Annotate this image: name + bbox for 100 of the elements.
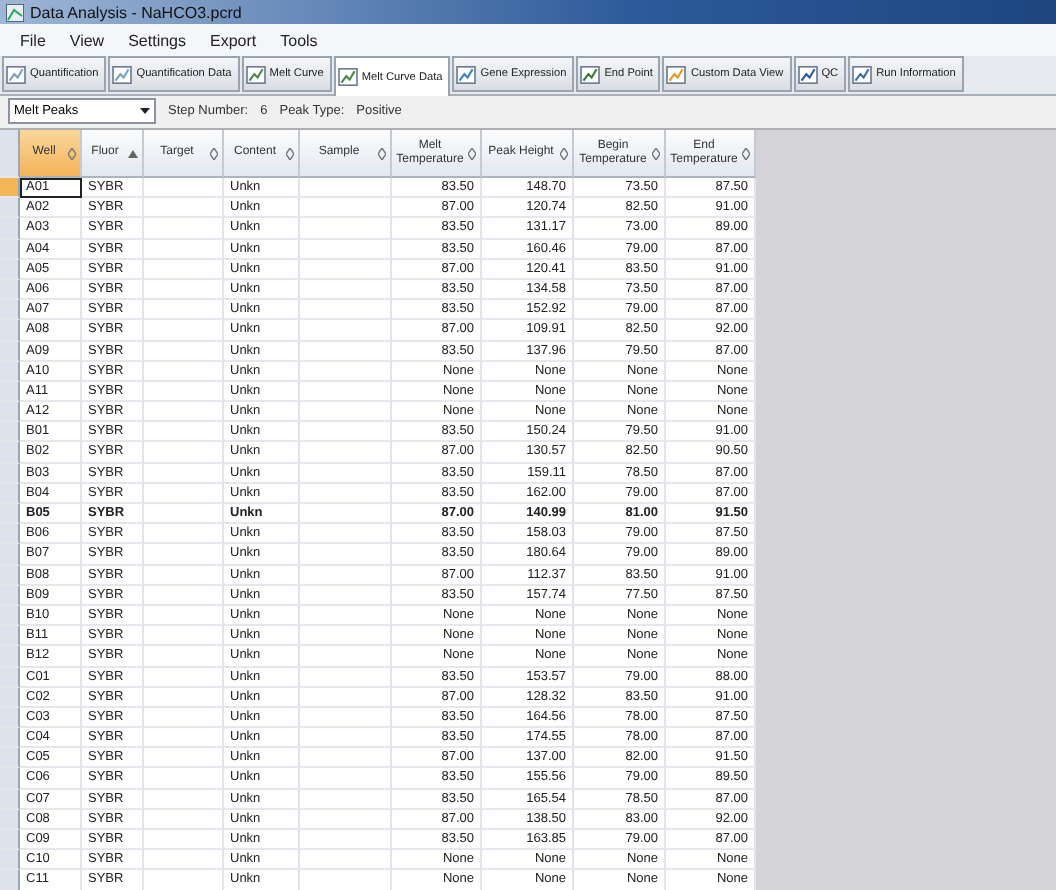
- empty-cell: [300, 361, 392, 382]
- row-header[interactable]: [0, 504, 20, 525]
- empty-cell: [300, 483, 392, 504]
- empty-cell: [144, 341, 224, 362]
- menu-item[interactable]: Export: [210, 31, 257, 49]
- empty-cell: [144, 259, 224, 280]
- empty-cell: [144, 809, 224, 830]
- row-header[interactable]: [0, 565, 20, 586]
- row-header[interactable]: [0, 218, 20, 240]
- empty-cell: [300, 544, 392, 566]
- caret-icon: [140, 107, 150, 113]
- row-header[interactable]: [0, 667, 20, 688]
- empty-cell: [300, 259, 392, 280]
- empty-cell: [144, 320, 224, 341]
- empty-cell: [144, 850, 224, 871]
- row-header[interactable]: [0, 524, 20, 545]
- empty-cell: [144, 442, 224, 464]
- row-header[interactable]: [0, 463, 20, 484]
- row-header[interactable]: [0, 870, 20, 890]
- row-header[interactable]: [0, 402, 20, 423]
- empty-cell: [144, 504, 224, 525]
- row-header[interactable]: [0, 300, 20, 321]
- empty-cell: [144, 748, 224, 769]
- row-header[interactable]: [0, 768, 20, 790]
- row-header[interactable]: [0, 585, 20, 606]
- chart-icon: [112, 65, 133, 83]
- empty-cell: [144, 483, 224, 504]
- row-header[interactable]: [0, 544, 20, 566]
- row-header[interactable]: [0, 687, 20, 708]
- menu-item[interactable]: File: [20, 31, 46, 49]
- row-header[interactable]: [0, 442, 20, 464]
- empty-cell: [300, 178, 392, 199]
- empty-cell: [144, 646, 224, 667]
- row-header[interactable]: [0, 809, 20, 830]
- chart-icon: [245, 65, 266, 83]
- empty-cell: [300, 667, 392, 688]
- empty-cell: [144, 667, 224, 688]
- empty-cell: [144, 544, 224, 566]
- row-header[interactable]: [0, 178, 20, 199]
- empty-cell: [144, 687, 224, 708]
- row-header[interactable]: [0, 646, 20, 667]
- row-header[interactable]: [0, 361, 20, 382]
- row-header[interactable]: [0, 239, 20, 260]
- empty-cell: [144, 707, 224, 729]
- empty-cell: [144, 402, 224, 423]
- corner-header: [0, 130, 20, 178]
- row-header[interactable]: [0, 279, 20, 301]
- chart-icon: [797, 65, 818, 83]
- row-header[interactable]: [0, 707, 20, 729]
- row-header[interactable]: [0, 259, 20, 280]
- empty-cell: [144, 381, 224, 403]
- row-header[interactable]: [0, 850, 20, 871]
- row-header[interactable]: [0, 626, 20, 647]
- empty-cell: [300, 320, 392, 341]
- row-header[interactable]: [0, 830, 20, 851]
- empty-cell: [300, 626, 392, 647]
- chart-icon: [337, 68, 358, 86]
- empty-cell: [300, 402, 392, 423]
- empty-cell: [300, 687, 392, 708]
- row-header[interactable]: [0, 789, 20, 810]
- empty-cell: [144, 524, 224, 545]
- empty-cell: [300, 789, 392, 810]
- chart-icon: [456, 65, 477, 83]
- empty-cell: [144, 605, 224, 627]
- empty-cell: [300, 504, 392, 525]
- empty-cell: [300, 442, 392, 464]
- menu-item[interactable]: Tools: [280, 31, 318, 49]
- row-header[interactable]: [0, 422, 20, 443]
- row-header[interactable]: [0, 748, 20, 769]
- empty-cell: [144, 218, 224, 240]
- empty-cell: [144, 565, 224, 586]
- empty-cell: [300, 646, 392, 667]
- menu-item[interactable]: Settings: [128, 31, 186, 49]
- empty-cell: [300, 341, 392, 362]
- row-header[interactable]: [0, 728, 20, 749]
- empty-cell: [300, 707, 392, 729]
- row-header[interactable]: [0, 381, 20, 403]
- window-title: Data Analysis - NaHCO3.pcrd: [30, 3, 242, 21]
- empty-cell: [144, 463, 224, 484]
- row-header[interactable]: [0, 605, 20, 627]
- row-header[interactable]: [0, 320, 20, 341]
- empty-cell: [300, 768, 392, 790]
- menu-item[interactable]: View: [69, 31, 105, 49]
- empty-cell: [300, 565, 392, 586]
- empty-cell: [144, 626, 224, 647]
- empty-cell: [144, 279, 224, 301]
- row-header[interactable]: [0, 341, 20, 362]
- empty-cell: [144, 789, 224, 810]
- empty-cell: [300, 728, 392, 749]
- row-header[interactable]: [0, 198, 20, 219]
- empty-cell: [144, 585, 224, 606]
- empty-cell: [300, 422, 392, 443]
- empty-cell: [300, 239, 392, 260]
- row-header[interactable]: [0, 483, 20, 504]
- chart-icon: [6, 65, 26, 83]
- empty-cell: [300, 605, 392, 627]
- empty-cell: [144, 361, 224, 382]
- empty-cell: [144, 422, 224, 443]
- empty-cell: [144, 239, 224, 260]
- empty-cell: [300, 381, 392, 403]
